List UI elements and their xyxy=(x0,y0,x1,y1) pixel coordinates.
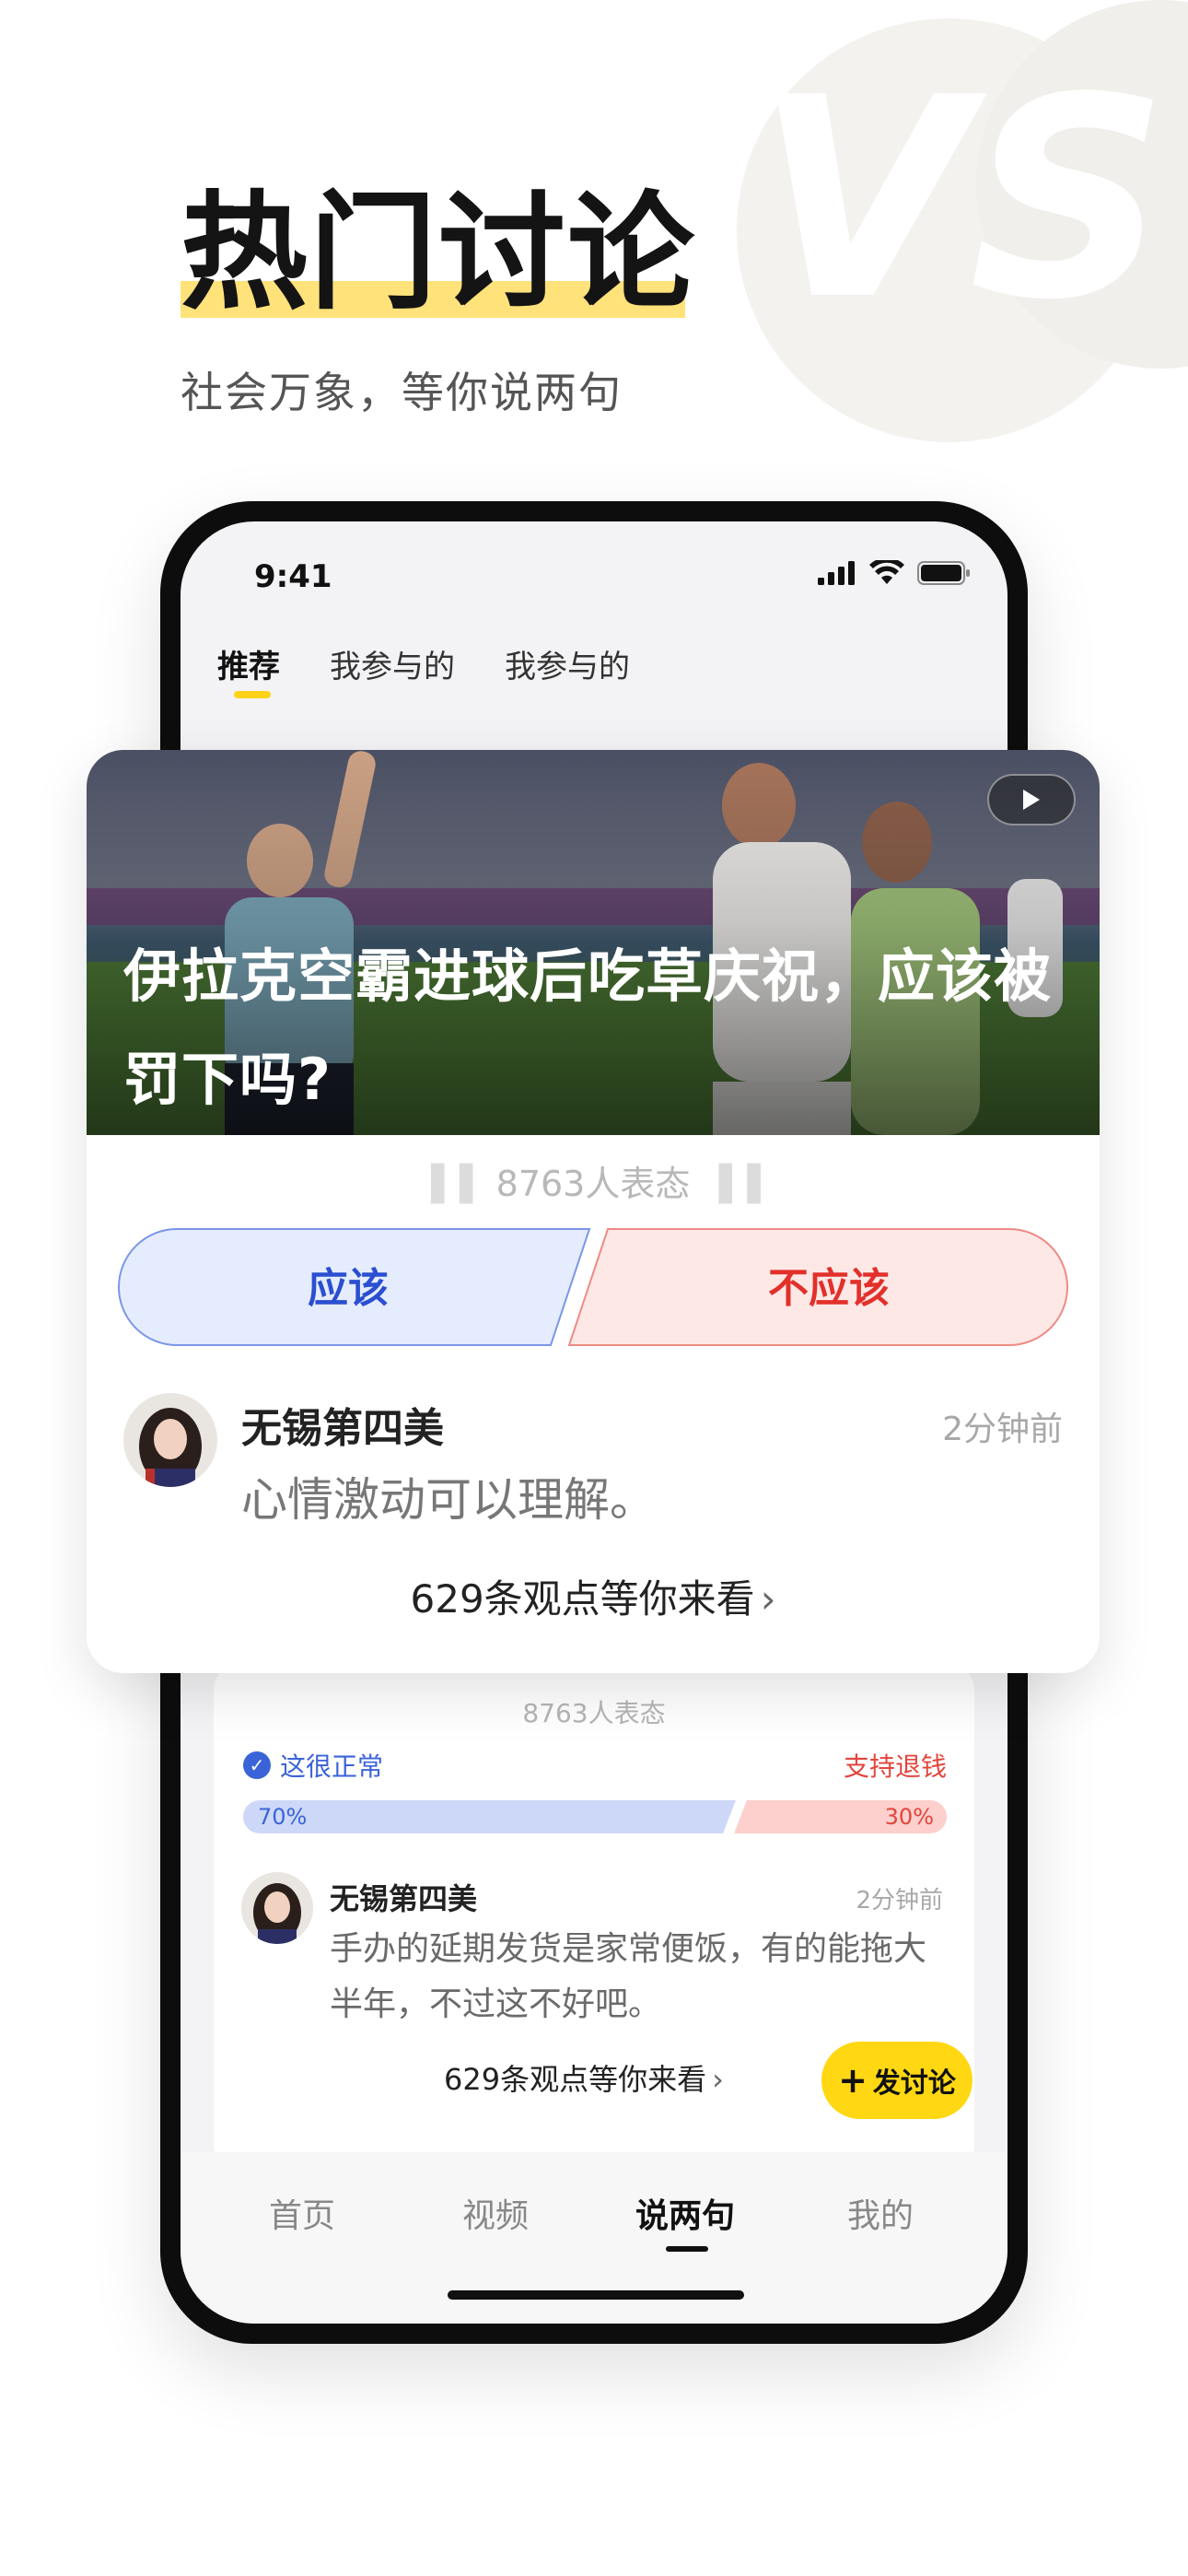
post-discussion-button[interactable]: + 发讨论 xyxy=(821,2042,973,2119)
wifi-icon xyxy=(869,560,904,584)
check-icon: ✓ xyxy=(243,1751,271,1779)
tab-label: 推荐 xyxy=(217,649,280,685)
battery-icon xyxy=(917,561,970,585)
vote-option-should[interactable]: 应该 xyxy=(308,1255,389,1314)
plus-icon: + xyxy=(838,2060,868,2101)
tab-recommend[interactable]: 推荐 xyxy=(217,641,280,698)
vote-options xyxy=(118,1228,1068,1346)
comment-username[interactable]: 无锡第四美 xyxy=(241,1395,444,1454)
more-opinions-link[interactable]: 629条观点等你来看 › xyxy=(444,2056,724,2099)
participant-count-text: 8763人表态 xyxy=(522,1698,666,1728)
quote-close-icon: ❚❚ xyxy=(708,1157,771,1204)
tab-label: 我参与的 xyxy=(505,649,630,685)
status-time: 9:41 xyxy=(254,558,332,595)
chevron-right-icon: › xyxy=(760,1576,776,1622)
participant-count: ❚❚ 8763人表态 ❚❚ xyxy=(87,1155,1100,1206)
vote-result-bar xyxy=(243,1800,947,1833)
comment-username[interactable]: 无锡第四美 xyxy=(330,1876,477,1918)
hero-title-block: 热门讨论 xyxy=(181,184,696,322)
page-title: 热门讨论 xyxy=(181,179,697,327)
side-a-percent: 70% xyxy=(258,1804,308,1830)
comment-text: 心情激动可以理解。 xyxy=(241,1473,656,1527)
more-opinions-text: 629条观点等你来看 xyxy=(444,2062,707,2097)
nav-item-mine[interactable]: 我的 xyxy=(847,2189,914,2237)
video-play-button[interactable] xyxy=(987,774,1076,825)
side-b-percent: 30% xyxy=(884,1804,934,1830)
page-subtitle: 社会万象，等你说两句 xyxy=(181,368,623,417)
topic-title[interactable]: 伊拉克空霸进球后吃草庆祝，应该被罚下吗? xyxy=(123,925,1081,1131)
vs-watermark-decoration: VS xyxy=(737,0,1188,442)
vote-bar-side-a xyxy=(243,1800,736,1833)
nav-item-home[interactable]: 首页 xyxy=(269,2189,335,2237)
status-bar: 9:41 xyxy=(181,521,1007,632)
comment-timestamp: 2分钟前 xyxy=(856,1887,943,1914)
tab-label: 我参与的 xyxy=(330,649,455,685)
more-opinions-text: 629条观点等你来看 xyxy=(410,1576,755,1622)
svg-text:VS: VS xyxy=(755,39,1168,360)
home-indicator[interactable] xyxy=(448,2290,744,2300)
tab-participated[interactable]: 我参与的 xyxy=(330,641,455,686)
vote-option-should-not[interactable]: 不应该 xyxy=(768,1255,890,1314)
comment-text: 手办的延期发货是家常便饭，有的能拖大半年，不过这不好吧。 xyxy=(330,1930,927,2023)
chevron-right-icon: › xyxy=(712,2062,724,2097)
post-discussion-label: 发讨论 xyxy=(872,2067,956,2100)
signal-icon xyxy=(818,561,855,585)
comment-timestamp: 2分钟前 xyxy=(942,1411,1063,1448)
tab-participated-2[interactable]: 我参与的 xyxy=(505,641,630,686)
status-icons xyxy=(818,560,971,586)
side-b-label: 支持退钱 xyxy=(843,1751,947,1782)
top-tabs: 推荐 我参与的 我参与的 xyxy=(217,641,630,698)
participant-count: 8763人表态 xyxy=(181,1693,1007,1730)
participant-count-text: 8763人表态 xyxy=(495,1164,691,1204)
nav-item-video[interactable]: 视频 xyxy=(462,2189,529,2237)
more-opinions-link[interactable]: 629条观点等你来看 › xyxy=(87,1568,1100,1624)
nav-active-indicator xyxy=(666,2246,708,2252)
nav-item-discuss[interactable]: 说两句 xyxy=(635,2189,735,2237)
side-a-label: ✓ 这很正常 xyxy=(243,1747,383,1784)
side-a-text: 这很正常 xyxy=(280,1751,384,1782)
tab-active-indicator xyxy=(234,691,271,698)
quote-open-icon: ❚❚ xyxy=(420,1157,483,1204)
avatar[interactable] xyxy=(241,1872,313,1944)
topic-card-featured[interactable]: 伊拉克空霸进球后吃草庆祝，应该被罚下吗? ❚❚ 8763人表态 ❚❚ 应该 不应… xyxy=(87,750,1100,1673)
avatar[interactable] xyxy=(123,1393,217,1487)
play-icon xyxy=(1023,790,1040,810)
